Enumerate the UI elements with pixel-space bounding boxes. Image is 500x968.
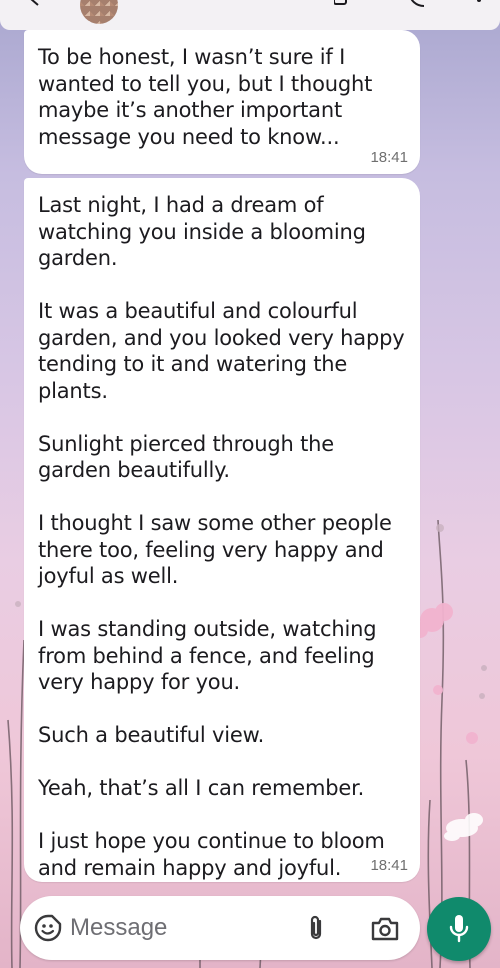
message-paragraph: I was standing outside, watching from be… [38,617,377,694]
message-paragraph: I just hope you continue to bloom and re… [38,829,385,880]
message-composer [20,896,420,960]
message-text: To be honest, I wasn’t sure if I wanted … [38,45,373,149]
emoji-sticker-icon[interactable] [34,914,62,942]
chat-header [0,0,500,30]
voice-message-button[interactable] [427,897,491,961]
message-paragraph: Last night, I had a dream of watching yo… [38,193,366,270]
message-paragraph: Yeah, that’s all I can remember. [38,776,365,800]
message-paragraph: Sunlight pierced through the garden beau… [38,431,334,483]
message-timestamp: 18:41 [370,857,408,874]
message-paragraph: Such a beautiful view. [38,723,265,747]
message-bubble-incoming[interactable]: To be honest, I wasn’t sure if I wanted … [24,30,420,174]
message-timestamp: 18:41 [370,149,408,166]
message-paragraph: It was a beautiful and colourful garden,… [38,299,405,403]
message-input[interactable] [70,910,300,946]
video-call-icon[interactable] [334,0,352,8]
back-arrow-icon[interactable] [28,0,42,6]
call-icon[interactable] [408,0,426,8]
camera-icon[interactable] [370,916,400,942]
contact-avatar[interactable] [80,0,118,24]
message-bubble-incoming[interactable]: Last night, I had a dream of watching yo… [24,178,420,882]
message-paragraph: I thought I saw some other people there … [38,511,392,588]
attach-paperclip-icon[interactable] [304,914,328,942]
menu-icon[interactable] [470,0,488,8]
mic-icon [449,915,469,943]
